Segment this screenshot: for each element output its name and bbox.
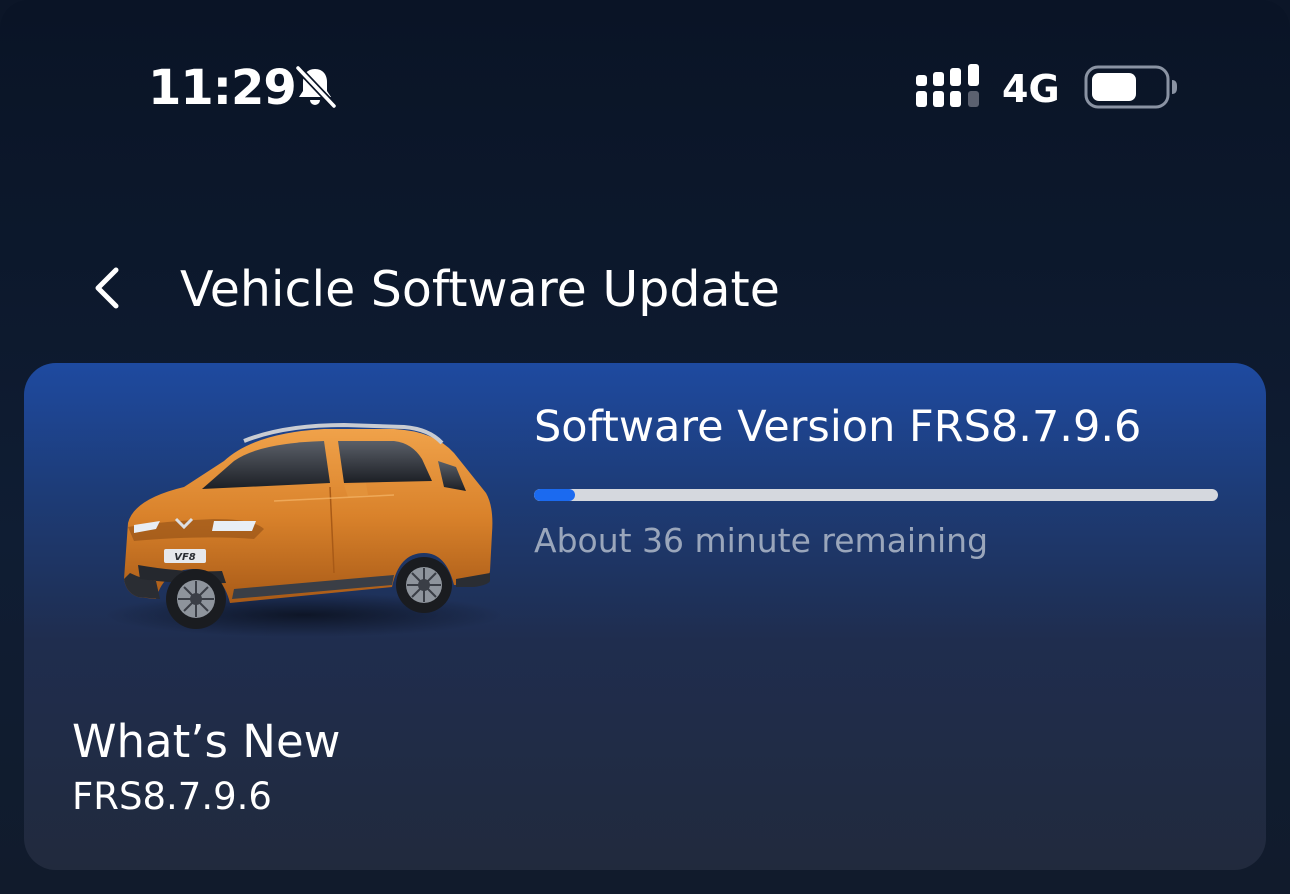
page-header: Vehicle Software Update bbox=[0, 240, 1290, 340]
whats-new-version: FRS8.7.9.6 bbox=[72, 775, 272, 818]
bell-slash-icon bbox=[295, 65, 337, 109]
back-button[interactable] bbox=[80, 258, 140, 318]
car-image: VF8 bbox=[104, 422, 504, 637]
network-type: 4G bbox=[1002, 67, 1060, 111]
status-time: 11:29 bbox=[148, 60, 297, 116]
page-title: Vehicle Software Update bbox=[180, 261, 780, 318]
update-progress-fill bbox=[534, 489, 576, 501]
software-update-card: VF8 Software Version FRS8.7.9.6 About 36… bbox=[24, 363, 1266, 870]
signal-icon bbox=[916, 64, 979, 107]
app-screen: 11:29 4G Vehicle Software Update VF8 Sof… bbox=[0, 0, 1290, 894]
time-remaining-text: About 36 minute remaining bbox=[534, 521, 989, 560]
whats-new-title[interactable]: What’s New bbox=[72, 713, 340, 771]
battery-icon bbox=[1084, 65, 1177, 109]
chevron-left-icon bbox=[95, 267, 119, 309]
status-bar: 11:29 4G bbox=[0, 0, 1290, 180]
plate-badge-text: VF8 bbox=[174, 552, 196, 563]
software-version-title: Software Version FRS8.7.9.6 bbox=[534, 402, 1142, 452]
update-progress-bar bbox=[534, 489, 1218, 501]
